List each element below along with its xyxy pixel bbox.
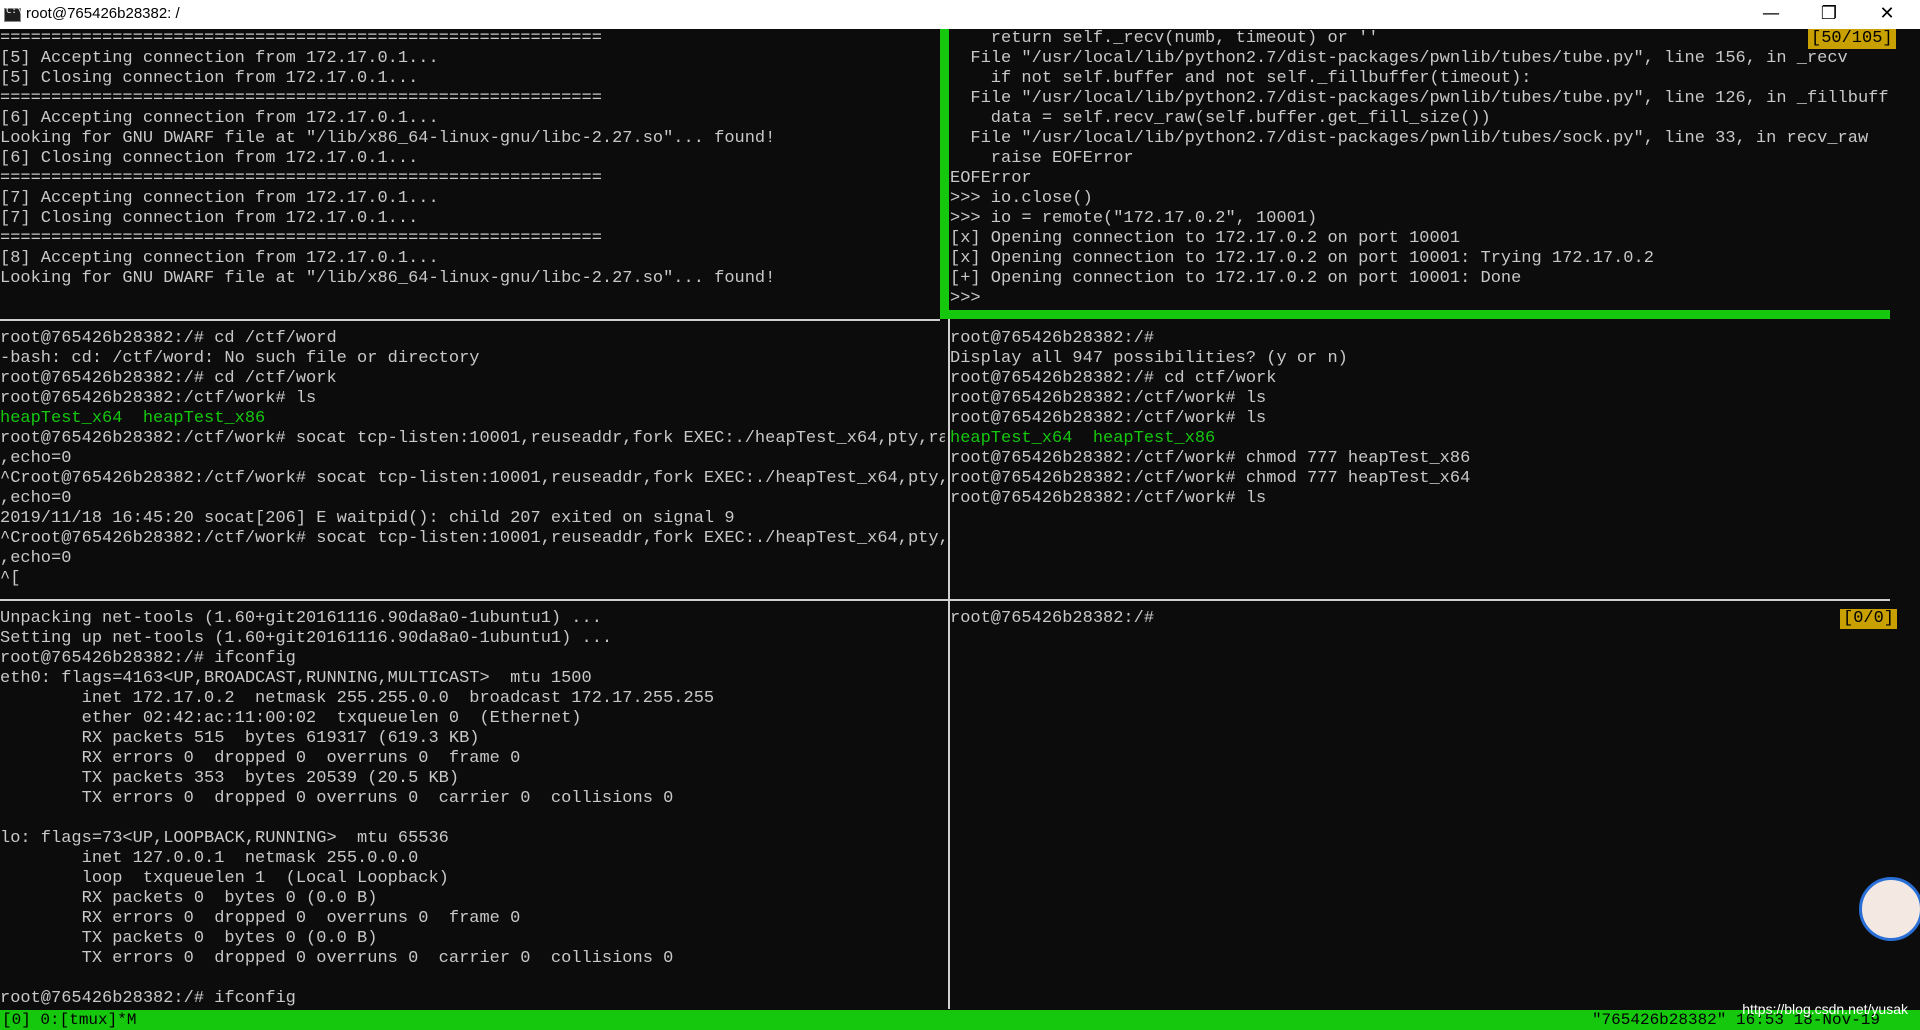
terminal-line: Setting up net-tools (1.60+git20161116.9… — [0, 629, 613, 648]
terminal-line: TX errors 0 dropped 0 overruns 0 carrier… — [0, 789, 674, 808]
console-icon: C:\ — [4, 6, 22, 22]
terminal-line: >>> io.close() — [950, 189, 1093, 208]
avatar[interactable] — [1859, 877, 1920, 941]
watermark-url: https://blog.csdn.net/yusak — [1742, 1001, 1908, 1017]
terminal-line: [5] Accepting connection from 172.17.0.1… — [0, 49, 439, 68]
terminal-line: [6] Accepting connection from 172.17.0.1… — [0, 109, 439, 128]
status-window-list[interactable]: [0] 0:[tmux]*M — [2, 1010, 136, 1030]
terminal-line: TX packets 353 bytes 20539 (20.5 KB) — [0, 769, 460, 788]
terminal-line: [7] Closing connection from 172.17.0.1..… — [0, 209, 419, 228]
tmux-status-bar: [0] 0:[tmux]*M "765426b28382" 16:53 18-N… — [0, 1010, 1920, 1030]
terminal-line: root@765426b28382:/# cd /ctf/word — [0, 329, 337, 348]
terminal-line: root@765426b28382:/# — [950, 609, 1155, 628]
pane-bottom-left-output: Unpacking net-tools (1.60+git20161116.90… — [0, 609, 945, 1009]
terminal-line: RX packets 515 bytes 619317 (619.3 KB) — [0, 729, 480, 748]
pane-top-left[interactable]: ========================================… — [0, 29, 938, 319]
terminal-line: root@765426b28382:/# — [950, 329, 1155, 348]
terminal-line: root@765426b28382:/ctf/work# ls — [0, 389, 317, 408]
terminal-line: ,echo=0 — [0, 449, 72, 468]
terminal-line: raise EOFError — [950, 149, 1134, 168]
active-pane-border — [940, 29, 949, 319]
terminal-line: [x] Opening connection to 172.17.0.2 on … — [950, 249, 1654, 268]
pane-top-left-output: ========================================… — [0, 29, 938, 289]
terminal-line: >>> io = remote("172.17.0.2", 10001) — [950, 209, 1318, 228]
terminal-line: root@765426b28382:/ctf/work# ls — [950, 409, 1267, 428]
terminal-line: ========================================… — [0, 29, 602, 48]
pane-bottom-right-output: root@765426b28382:/# — [950, 609, 1888, 629]
terminal-line: data = self.recv_raw(self.buffer.get_fil… — [950, 109, 1491, 128]
minimize-button[interactable]: — — [1748, 0, 1794, 29]
terminal-line: heapTest_x64 heapTest_x86 — [950, 429, 1216, 448]
terminal-line: [x] Opening connection to 172.17.0.2 on … — [950, 229, 1461, 248]
terminal-line: [8] Accepting connection from 172.17.0.1… — [0, 249, 439, 268]
pane-middle-left[interactable]: root@765426b28382:/# cd /ctf/word -bash:… — [0, 329, 945, 619]
terminal-line: RX packets 0 bytes 0 (0.0 B) — [0, 889, 378, 908]
terminal-line: ========================================… — [0, 229, 602, 248]
terminal-line: Looking for GNU DWARF file at "/lib/x86_… — [0, 129, 776, 148]
terminal-line: File "/usr/local/lib/python2.7/dist-pack… — [950, 49, 1848, 68]
terminal-line: if not self.buffer and not self._fillbuf… — [950, 69, 1532, 88]
terminal-line: ========================================… — [0, 89, 602, 108]
pane-top-right-output: return self._recv(numb, timeout) or '' F… — [950, 29, 1888, 309]
pane-middle-right-output: root@765426b28382:/# Display all 947 pos… — [950, 329, 1888, 509]
terminal-line: Display all 947 possibilities? (y or n) — [950, 349, 1348, 368]
pane-position-badge: [50/105] — [1808, 29, 1896, 49]
terminal-line: root@765426b28382:/# ifconfig — [0, 989, 296, 1008]
terminal-line: inet 127.0.0.1 netmask 255.0.0.0 — [0, 849, 419, 868]
window-title: root@765426b28382: / — [26, 5, 180, 22]
terminal-line: ^Croot@765426b28382:/ctf/work# socat tcp… — [0, 529, 945, 548]
terminal-line: RX errors 0 dropped 0 overruns 0 frame 0 — [0, 909, 521, 928]
active-pane-border — [940, 310, 1890, 319]
terminal-line: eth0: flags=4163<UP,BROADCAST,RUNNING,MU… — [0, 669, 592, 688]
terminal-line: loop txqueuelen 1 (Local Loopback) — [0, 869, 449, 888]
pane-divider[interactable] — [0, 319, 940, 321]
terminal-line: [7] Accepting connection from 172.17.0.1… — [0, 189, 439, 208]
terminal-line: -bash: cd: /ctf/word: No such file or di… — [0, 349, 480, 368]
pane-bottom-left[interactable]: Unpacking net-tools (1.60+git20161116.90… — [0, 609, 945, 1009]
terminal-line: ether 02:42:ac:11:00:02 txqueuelen 0 (Et… — [0, 709, 582, 728]
terminal-line: root@765426b28382:/ctf/work# chmod 777 h… — [950, 469, 1471, 488]
terminal-line: 2019/11/18 16:45:20 socat[206] E waitpid… — [0, 509, 735, 528]
pane-position-badge: [0/0] — [1840, 609, 1898, 629]
terminal-line: root@765426b28382:/ctf/work# ls — [950, 489, 1267, 508]
terminal-line: root@765426b28382:/# cd /ctf/work — [0, 369, 337, 388]
terminal-line: >>> — [950, 289, 981, 308]
terminal-line: root@765426b28382:/ctf/work# ls — [950, 389, 1267, 408]
terminal-line: root@765426b28382:/ctf/work# chmod 777 h… — [950, 449, 1471, 468]
terminal-line: File "/usr/local/lib/python2.7/dist-pack… — [950, 89, 1888, 108]
pane-divider[interactable] — [948, 319, 950, 1009]
terminal-line: ^Croot@765426b28382:/ctf/work# socat tcp… — [0, 469, 945, 488]
terminal-line: Looking for GNU DWARF file at "/lib/x86_… — [0, 269, 776, 288]
pane-divider[interactable] — [0, 599, 1890, 601]
terminal-line: TX errors 0 dropped 0 overruns 0 carrier… — [0, 949, 674, 968]
terminal-line: root@765426b28382:/# cd ctf/work — [950, 369, 1277, 388]
terminal-line: ,echo=0 — [0, 489, 72, 508]
pane-top-right[interactable]: return self._recv(numb, timeout) or '' F… — [950, 29, 1888, 319]
restore-button[interactable]: ❐ — [1806, 0, 1852, 29]
terminal-line: return self._recv(numb, timeout) or '' — [950, 29, 1379, 48]
pane-middle-left-output: root@765426b28382:/# cd /ctf/word -bash:… — [0, 329, 945, 589]
terminal-line: [+] Opening connection to 172.17.0.2 on … — [950, 269, 1522, 288]
terminal-line: ^[ — [0, 569, 21, 588]
terminal-line: TX packets 0 bytes 0 (0.0 B) — [0, 929, 378, 948]
terminal-line: [6] Closing connection from 172.17.0.1..… — [0, 149, 419, 168]
terminal-line: root@765426b28382:/# ifconfig — [0, 649, 296, 668]
terminal-area[interactable]: ========================================… — [0, 29, 1920, 1010]
terminal-line: root@765426b28382:/ctf/work# socat tcp-l… — [0, 429, 945, 448]
terminal-line: ========================================… — [0, 169, 602, 188]
pane-middle-right[interactable]: root@765426b28382:/# Display all 947 pos… — [950, 329, 1888, 619]
terminal-line: File "/usr/local/lib/python2.7/dist-pack… — [950, 129, 1869, 148]
close-button[interactable]: ✕ — [1864, 0, 1910, 29]
window-titlebar: C:\ root@765426b28382: / — ❐ ✕ — [0, 0, 1920, 29]
pane-bottom-right[interactable]: root@765426b28382:/# — [950, 609, 1888, 1009]
terminal-line: inet 172.17.0.2 netmask 255.255.0.0 broa… — [0, 689, 715, 708]
terminal-line: lo: flags=73<UP,LOOPBACK,RUNNING> mtu 65… — [0, 829, 449, 848]
terminal-line: EOFError — [950, 169, 1032, 188]
terminal-line: Unpacking net-tools (1.60+git20161116.90… — [0, 609, 602, 628]
terminal-line: [5] Closing connection from 172.17.0.1..… — [0, 69, 419, 88]
terminal-line: RX errors 0 dropped 0 overruns 0 frame 0 — [0, 749, 521, 768]
terminal-line: heapTest_x64 heapTest_x86 — [0, 409, 266, 428]
terminal-line: ,echo=0 — [0, 549, 72, 568]
